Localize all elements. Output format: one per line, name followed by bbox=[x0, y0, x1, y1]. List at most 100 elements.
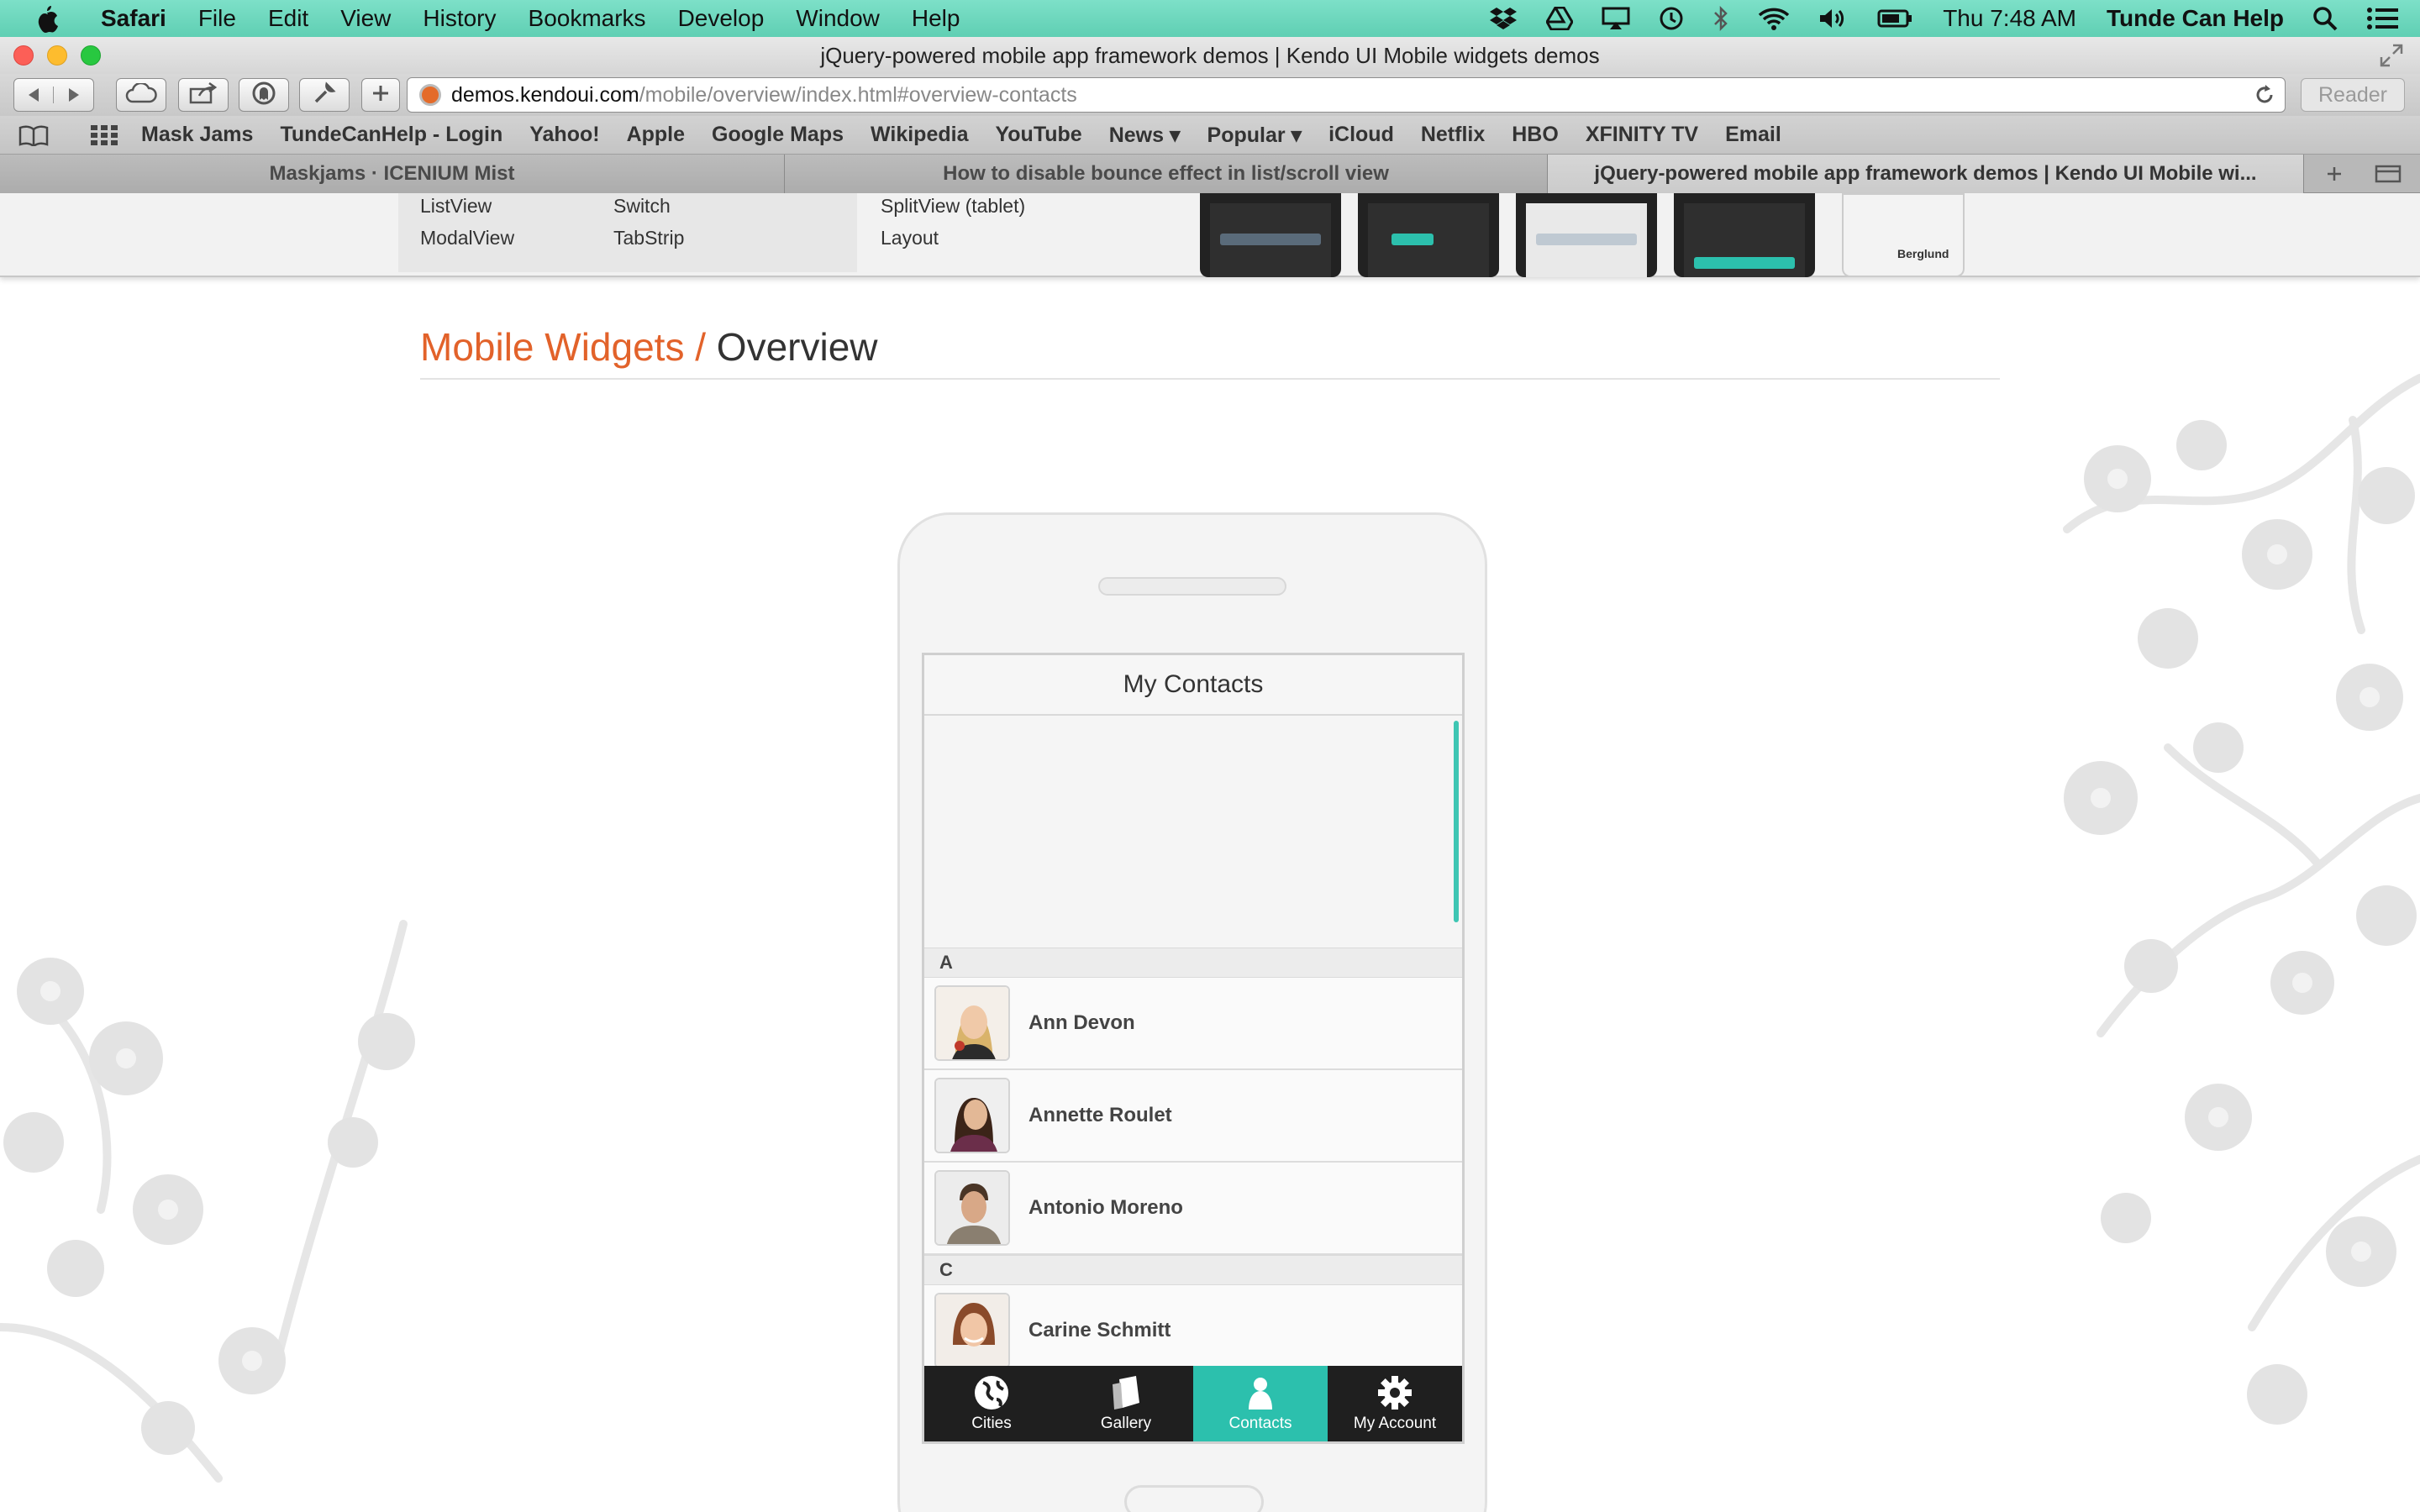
bookmark-folder-news[interactable]: News ▾ bbox=[1109, 123, 1181, 148]
nav-link-switch[interactable]: Switch bbox=[613, 195, 671, 218]
breadcrumb-mobile-widgets[interactable]: Mobile Widgets bbox=[420, 325, 684, 369]
top-sites-grid-icon[interactable] bbox=[91, 124, 118, 145]
notification-center-icon[interactable] bbox=[2366, 6, 2400, 31]
address-bar[interactable]: demos.kendoui.com /mobile/overview/index… bbox=[407, 77, 2286, 113]
bookmark-youtube[interactable]: YouTube bbox=[995, 123, 1081, 147]
demo-thumbnail-5[interactable]: Berglund bbox=[1842, 193, 1965, 277]
menu-bar: Safari File Edit View History Bookmarks … bbox=[0, 0, 2420, 37]
overscroll-space bbox=[924, 716, 1462, 948]
volume-icon[interactable] bbox=[1818, 7, 1849, 30]
menu-app-name[interactable]: Safari bbox=[101, 5, 166, 32]
menu-file[interactable]: File bbox=[198, 5, 236, 32]
menu-bookmarks[interactable]: Bookmarks bbox=[529, 5, 646, 32]
window-zoom-button[interactable] bbox=[81, 45, 101, 66]
airplay-icon[interactable] bbox=[1602, 7, 1630, 30]
plus-icon bbox=[371, 84, 390, 107]
contact-row[interactable]: Ann Devon bbox=[924, 978, 1462, 1070]
tabstrip-label: My Account bbox=[1353, 1415, 1437, 1432]
cloud-icon bbox=[125, 81, 157, 108]
add-bookmark-button[interactable] bbox=[361, 78, 400, 112]
contact-row[interactable]: Antonio Moreno bbox=[924, 1163, 1462, 1255]
phone-home-button bbox=[1124, 1485, 1264, 1512]
share-icon bbox=[189, 81, 218, 108]
spotlight-search-icon[interactable] bbox=[2312, 6, 2338, 31]
nav-link-splitview[interactable]: SplitView (tablet) bbox=[881, 195, 1025, 218]
contact-avatar bbox=[934, 985, 1010, 1061]
app-tabstrip: Cities Gallery Contacts My Account bbox=[924, 1366, 1462, 1441]
demo-thumbnail-4[interactable] bbox=[1674, 193, 1815, 277]
tab-overview-icon[interactable] bbox=[2365, 160, 2412, 188]
bookmark-google-maps[interactable]: Google Maps bbox=[712, 123, 844, 147]
scroll-indicator[interactable] bbox=[1454, 721, 1459, 922]
tabstrip-contacts[interactable]: Contacts bbox=[1193, 1366, 1328, 1441]
menu-help[interactable]: Help bbox=[912, 5, 960, 32]
window-close-button[interactable] bbox=[13, 45, 34, 66]
share-button[interactable] bbox=[178, 78, 229, 112]
bookmark-icloud[interactable]: iCloud bbox=[1328, 123, 1394, 147]
tabstrip-my-account[interactable]: My Account bbox=[1328, 1366, 1462, 1441]
bookmark-xfinity-tv[interactable]: XFINITY TV bbox=[1586, 123, 1698, 147]
bookmarks-bar: Mask Jams TundeCanHelp - Login Yahoo! Ap… bbox=[0, 116, 2420, 155]
phone-frame: My Contacts A Ann Devon Annette Roulet A… bbox=[897, 512, 1487, 1512]
bluetooth-icon[interactable] bbox=[1712, 6, 1729, 31]
menu-clock[interactable]: Thu 7:48 AM bbox=[1943, 5, 2076, 32]
tab-disable-bounce[interactable]: How to disable bounce effect in list/scr… bbox=[785, 155, 1548, 193]
window-minimize-button[interactable] bbox=[47, 45, 67, 66]
time-machine-icon[interactable] bbox=[1659, 6, 1684, 31]
contact-name: Carine Schmitt bbox=[1028, 1319, 1171, 1341]
demo-thumbnail-2[interactable] bbox=[1358, 193, 1499, 277]
ghostery-button[interactable] bbox=[239, 78, 289, 112]
reading-list-icon[interactable] bbox=[18, 124, 49, 146]
bookmark-apple[interactable]: Apple bbox=[627, 123, 685, 147]
bookmark-folder-popular[interactable]: Popular ▾ bbox=[1207, 123, 1302, 148]
bookmark-email[interactable]: Email bbox=[1725, 123, 1781, 147]
reader-button[interactable]: Reader bbox=[2301, 78, 2405, 112]
contact-name: Ann Devon bbox=[1028, 1011, 1135, 1034]
nav-link-modalview[interactable]: ModalView bbox=[420, 227, 514, 249]
new-tab-plus-icon[interactable] bbox=[2309, 160, 2360, 188]
phone-speaker bbox=[1098, 577, 1286, 596]
forward-arrow-icon[interactable] bbox=[54, 87, 93, 103]
contact-avatar bbox=[934, 1078, 1010, 1153]
google-drive-icon[interactable] bbox=[1546, 7, 1574, 30]
bookmark-yahoo[interactable]: Yahoo! bbox=[529, 123, 599, 147]
contacts-scroller[interactable]: A Ann Devon Annette Roulet Antonio Moren… bbox=[924, 716, 1462, 1371]
bookmark-wikipedia[interactable]: Wikipedia bbox=[871, 123, 968, 147]
gallery-icon bbox=[1113, 1376, 1139, 1410]
reload-icon[interactable] bbox=[2254, 83, 2275, 111]
tab-kendo-demos[interactable]: jQuery-powered mobile app framework demo… bbox=[1548, 155, 2304, 193]
bookmark-netflix[interactable]: Netflix bbox=[1421, 123, 1485, 147]
menu-view[interactable]: View bbox=[340, 5, 391, 32]
battery-icon[interactable] bbox=[1877, 8, 1912, 29]
tab-maskjams[interactable]: Maskjams · ICENIUM Mist bbox=[0, 155, 785, 193]
developer-tools-button[interactable] bbox=[299, 78, 350, 112]
status-area: Thu 7:48 AM Tunde Can Help bbox=[1460, 0, 2400, 37]
menu-username[interactable]: Tunde Can Help bbox=[2107, 5, 2284, 32]
bookmark-mask-jams[interactable]: Mask Jams bbox=[141, 123, 253, 147]
menu-edit[interactable]: Edit bbox=[268, 5, 308, 32]
icloud-tabs-button[interactable] bbox=[116, 78, 166, 112]
nav-link-tabstrip[interactable]: TabStrip bbox=[613, 227, 684, 249]
back-forward-buttons bbox=[13, 78, 94, 112]
contact-row[interactable]: Annette Roulet bbox=[924, 1070, 1462, 1163]
tabstrip-cities[interactable]: Cities bbox=[924, 1366, 1059, 1441]
tabstrip-gallery[interactable]: Gallery bbox=[1059, 1366, 1193, 1441]
contact-row[interactable]: Carine Schmitt bbox=[924, 1285, 1462, 1371]
contact-name: Antonio Moreno bbox=[1028, 1196, 1183, 1219]
heading-divider bbox=[420, 378, 2000, 380]
nav-link-listview[interactable]: ListView bbox=[420, 195, 492, 218]
bookmark-tundecanhelp-login[interactable]: TundeCanHelp - Login bbox=[280, 123, 502, 147]
demo-thumbnail-1[interactable] bbox=[1200, 193, 1341, 277]
tabstrip-label: Gallery bbox=[1100, 1415, 1152, 1432]
dropbox-icon[interactable] bbox=[1489, 6, 1518, 31]
back-arrow-icon[interactable] bbox=[14, 87, 55, 103]
bookmark-hbo[interactable]: HBO bbox=[1512, 123, 1559, 147]
apple-menu-icon[interactable] bbox=[30, 2, 64, 35]
wifi-icon[interactable] bbox=[1758, 7, 1790, 30]
menu-develop[interactable]: Develop bbox=[678, 5, 765, 32]
demo-thumbnail-3[interactable] bbox=[1516, 193, 1657, 277]
fullscreen-icon[interactable] bbox=[2380, 44, 2403, 67]
nav-link-layout[interactable]: Layout bbox=[881, 227, 939, 249]
menu-window[interactable]: Window bbox=[796, 5, 880, 32]
menu-history[interactable]: History bbox=[423, 5, 496, 32]
